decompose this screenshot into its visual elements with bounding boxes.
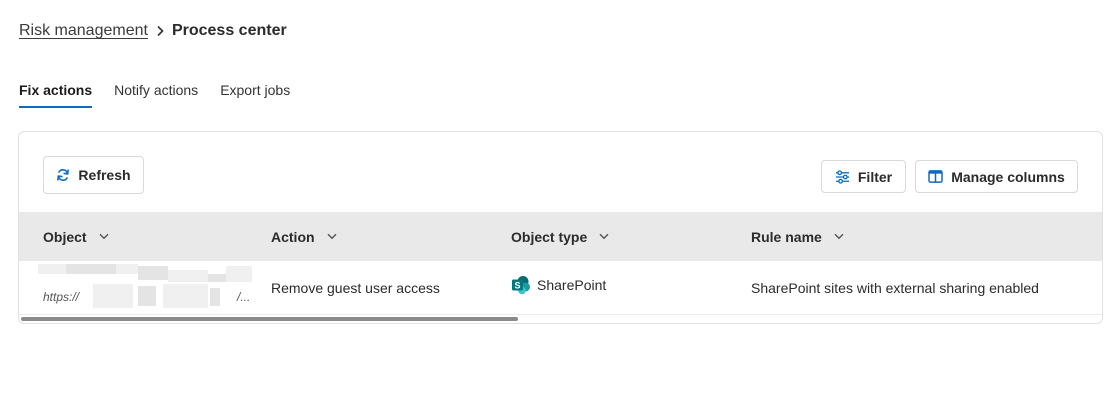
column-label: Object type (511, 228, 588, 245)
sharepoint-icon: S (511, 275, 531, 295)
action-cell: Remove guest user access (271, 279, 440, 296)
table-row[interactable]: https:// /... Remove guest user access S… (19, 261, 1102, 315)
column-header-rule-name[interactable]: Rule name (751, 212, 844, 261)
jobs-card: Refresh Filter Manage columns Object Act… (18, 131, 1103, 324)
redacted-block (226, 266, 252, 282)
object-cell[interactable]: https:// /... (38, 264, 253, 310)
tab-fix-actions[interactable]: Fix actions (19, 80, 93, 108)
redacted-block (138, 266, 168, 280)
redacted-block (66, 264, 116, 274)
rule-name-cell: SharePoint sites with external sharing e… (751, 279, 1039, 296)
chevron-down-icon[interactable] (834, 233, 844, 240)
redacted-block (168, 270, 208, 282)
manage-columns-button[interactable]: Manage columns (915, 160, 1078, 193)
chevron-down-icon[interactable] (327, 233, 337, 240)
column-header-action[interactable]: Action (271, 212, 337, 261)
filter-label: Filter (857, 168, 893, 185)
refresh-button[interactable]: Refresh (43, 156, 144, 194)
column-header-object-type[interactable]: Object type (511, 212, 609, 261)
redacted-block (138, 286, 156, 306)
redacted-block (210, 288, 220, 306)
filter-icon (835, 169, 849, 184)
manage-columns-label: Manage columns (951, 168, 1065, 185)
breadcrumb-risk-management[interactable]: Risk management (19, 22, 148, 40)
redacted-block (208, 274, 226, 282)
redacted-block (116, 264, 138, 274)
object-url-prefix: https:// (43, 290, 80, 304)
tab-list: Fix actions Notify actions Export jobs (19, 80, 312, 108)
object-type-label: SharePoint (537, 276, 607, 293)
refresh-icon (57, 169, 70, 181)
page-title: Process center (171, 22, 287, 39)
chevron-right-icon (148, 25, 172, 37)
column-label: Rule name (751, 228, 822, 245)
filter-button[interactable]: Filter (821, 160, 906, 193)
column-label: Action (271, 228, 315, 245)
tab-export-jobs[interactable]: Export jobs (220, 80, 290, 108)
column-label: Object (43, 228, 87, 245)
redacted-block (163, 284, 208, 308)
columns-icon (928, 170, 943, 183)
refresh-label: Refresh (78, 167, 131, 183)
svg-text:S: S (514, 280, 520, 290)
object-type-cell: S SharePoint (511, 261, 606, 314)
object-url-suffix: /... (237, 290, 251, 304)
breadcrumb: Risk management Process center (19, 20, 287, 42)
table-header: Object Action Object type Rule name (19, 212, 1102, 261)
column-header-object[interactable]: Object (43, 212, 109, 261)
tab-notify-actions[interactable]: Notify actions (114, 80, 198, 108)
chevron-down-icon[interactable] (99, 233, 109, 240)
redacted-block (93, 284, 133, 308)
scrollbar-thumb[interactable] (21, 317, 518, 321)
horizontal-scrollbar[interactable] (19, 316, 1102, 321)
chevron-down-icon[interactable] (599, 233, 609, 240)
redacted-block (38, 264, 66, 274)
